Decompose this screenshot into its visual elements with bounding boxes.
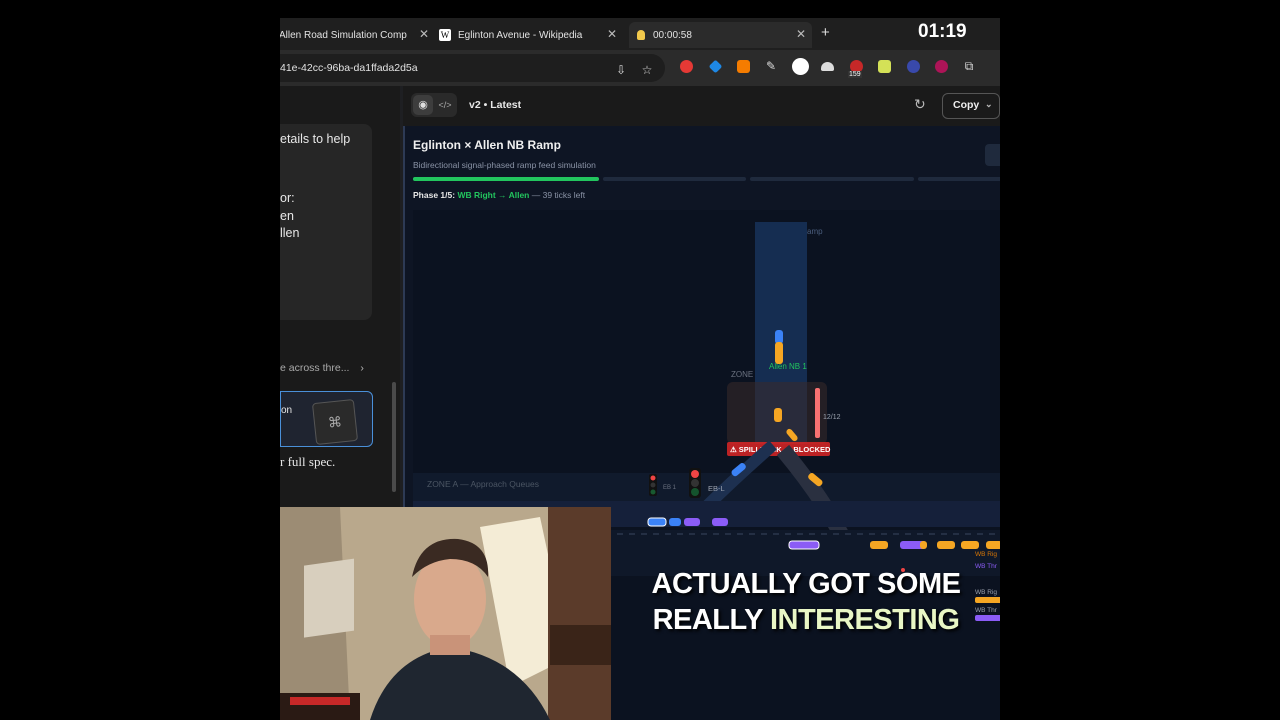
extension-diamond-icon[interactable] bbox=[708, 59, 723, 74]
close-tab-icon[interactable]: ✕ bbox=[607, 27, 617, 41]
tab-title: Allen Road Simulation Complex bbox=[280, 29, 407, 41]
chat-summary-link[interactable]: e across thre... › bbox=[280, 362, 364, 374]
tab-favicon-icon bbox=[637, 30, 645, 40]
wikipedia-icon: W bbox=[439, 29, 451, 41]
car bbox=[870, 541, 888, 549]
zone-label: ZONE bbox=[731, 370, 753, 379]
browser-tab-bar: Allen Road Simulation Complex ✕ W Eglint… bbox=[280, 18, 1000, 50]
car bbox=[669, 518, 681, 526]
artifact-card-label: on bbox=[281, 405, 293, 416]
signal-light bbox=[691, 488, 699, 496]
artifact-code-icon: ⌘ bbox=[311, 398, 359, 446]
wb-right-label: WB Rig bbox=[975, 551, 997, 558]
phase-progress-4 bbox=[918, 177, 1000, 181]
simulation-title: Eglinton × Allen NB Ramp bbox=[413, 138, 561, 152]
recording-timer: 01:19 bbox=[918, 21, 967, 42]
car bbox=[961, 541, 979, 549]
chat-scrollbar[interactable] bbox=[392, 382, 396, 492]
chevron-right-icon: › bbox=[360, 362, 364, 374]
code-view-icon[interactable]: </> bbox=[435, 95, 455, 115]
preview-eye-icon[interactable]: ◉ bbox=[413, 95, 433, 115]
extension-circle-icon[interactable] bbox=[935, 60, 948, 73]
car bbox=[937, 541, 955, 549]
caption-plain: REALLY bbox=[652, 604, 770, 636]
phase-progress-3 bbox=[750, 177, 914, 181]
view-toggle: ◉ </> bbox=[411, 93, 457, 117]
extension-orange-icon[interactable] bbox=[737, 60, 750, 73]
webcam-overlay bbox=[280, 507, 611, 720]
panel-toggle-button[interactable] bbox=[985, 144, 1000, 166]
signal-light bbox=[650, 482, 656, 488]
url-box[interactable]: 41e-42cc-96ba-da1ffada2d5a ⇩ ☆ bbox=[280, 54, 665, 82]
car bbox=[986, 541, 1000, 549]
url-text: 41e-42cc-96ba-da1ffada2d5a bbox=[280, 62, 418, 74]
zone-a-label: ZONE A — Approach Queues bbox=[427, 479, 539, 489]
tab-eglinton-wikipedia[interactable]: W Eglinton Avenue - Wikipedia ✕ bbox=[439, 22, 623, 48]
new-tab-button[interactable]: + bbox=[821, 24, 830, 41]
phase-label: Phase 1/5: bbox=[413, 190, 456, 200]
capacity-count: 12/12 bbox=[823, 414, 841, 421]
artifact-card[interactable]: on ⌘ bbox=[280, 391, 373, 447]
copy-label: Copy bbox=[953, 99, 980, 111]
extension-gear-icon[interactable] bbox=[907, 60, 920, 73]
car bbox=[788, 540, 820, 550]
close-tab-icon[interactable]: ✕ bbox=[419, 27, 429, 41]
chat-summary-text: e across thre... bbox=[280, 362, 350, 374]
caption-line-1: ACTUALLY GOT SOME bbox=[651, 568, 961, 600]
chevron-down-icon[interactable]: ⌄ bbox=[985, 99, 993, 110]
car bbox=[774, 408, 782, 422]
signal-red-light bbox=[650, 475, 656, 481]
caption-line-2: REALLY INTERESTING bbox=[612, 602, 1000, 638]
chat-message: etails to help or: en llen bbox=[280, 124, 372, 320]
refresh-icon[interactable]: ↻ bbox=[914, 96, 926, 113]
car bbox=[775, 342, 783, 364]
car bbox=[647, 517, 667, 527]
caption-highlight: INTERESTING bbox=[769, 604, 960, 636]
extensions-puzzle-icon[interactable]: ⧉ bbox=[962, 59, 976, 73]
video-caption: ACTUALLY GOT SOME REALLY INTERESTING bbox=[612, 566, 1000, 638]
phase-remaining: — 39 ticks left bbox=[531, 190, 586, 200]
chat-line: en bbox=[280, 209, 294, 223]
close-tab-icon[interactable]: ✕ bbox=[796, 27, 806, 41]
copy-button[interactable]: Copy ⌄ bbox=[942, 93, 1000, 119]
chat-line: llen bbox=[280, 226, 300, 240]
version-label[interactable]: v2 • Latest bbox=[469, 99, 521, 111]
chat-line: etails to help bbox=[280, 132, 351, 146]
phase-name: WB Right → Allen bbox=[457, 190, 530, 200]
signal-light bbox=[691, 479, 699, 487]
extension-cloud-icon[interactable] bbox=[821, 62, 834, 71]
car bbox=[712, 518, 728, 526]
extension-yellow-icon[interactable] bbox=[878, 60, 891, 73]
tab-title: 00:00:58 bbox=[653, 29, 692, 41]
car bbox=[920, 541, 927, 549]
address-bar-row: 41e-42cc-96ba-da1ffada2d5a ⇩ ☆ ✎ 159 ⧉ bbox=[280, 50, 1000, 86]
phase-progress-2 bbox=[603, 177, 746, 181]
car bbox=[775, 330, 783, 344]
simulation-subtitle: Bidirectional signal-phased ramp feed si… bbox=[413, 160, 596, 170]
nb-lane-label: Allen NB 1 bbox=[769, 362, 807, 371]
eyedropper-icon[interactable]: ✎ bbox=[764, 59, 778, 73]
eb1-label: EB 1 bbox=[663, 485, 677, 491]
grammarly-icon[interactable] bbox=[792, 58, 809, 75]
phase-status: Phase 1/5: WB Right → Allen — 39 ticks l… bbox=[413, 190, 585, 200]
signal-red-light bbox=[691, 470, 699, 478]
artifact-toolbar: ◉ </> v2 • Latest ↻ Copy ⌄ bbox=[403, 86, 1000, 124]
extension-badge-count: 159 bbox=[848, 71, 862, 78]
webcam-feed-image bbox=[280, 507, 611, 720]
install-app-icon[interactable]: ⇩ bbox=[614, 63, 628, 77]
tab-title: Eglinton Avenue - Wikipedia bbox=[458, 29, 583, 41]
tab-timer[interactable]: 00:00:58 ✕ bbox=[629, 22, 812, 48]
bookmark-star-icon[interactable]: ☆ bbox=[640, 63, 654, 77]
chat-footer-text: r full spec. bbox=[280, 454, 336, 469]
ramp-label: amp bbox=[807, 227, 823, 236]
phase-progress-1 bbox=[413, 177, 599, 181]
extension-red-icon[interactable] bbox=[680, 60, 693, 73]
chat-line: or: bbox=[280, 191, 295, 205]
tab-allen-road-simulation[interactable]: Allen Road Simulation Complex ✕ bbox=[280, 22, 435, 48]
ebl-label: EB-L bbox=[708, 484, 725, 493]
capacity-bar bbox=[815, 388, 820, 438]
car bbox=[684, 518, 700, 526]
signal-light bbox=[650, 489, 656, 495]
